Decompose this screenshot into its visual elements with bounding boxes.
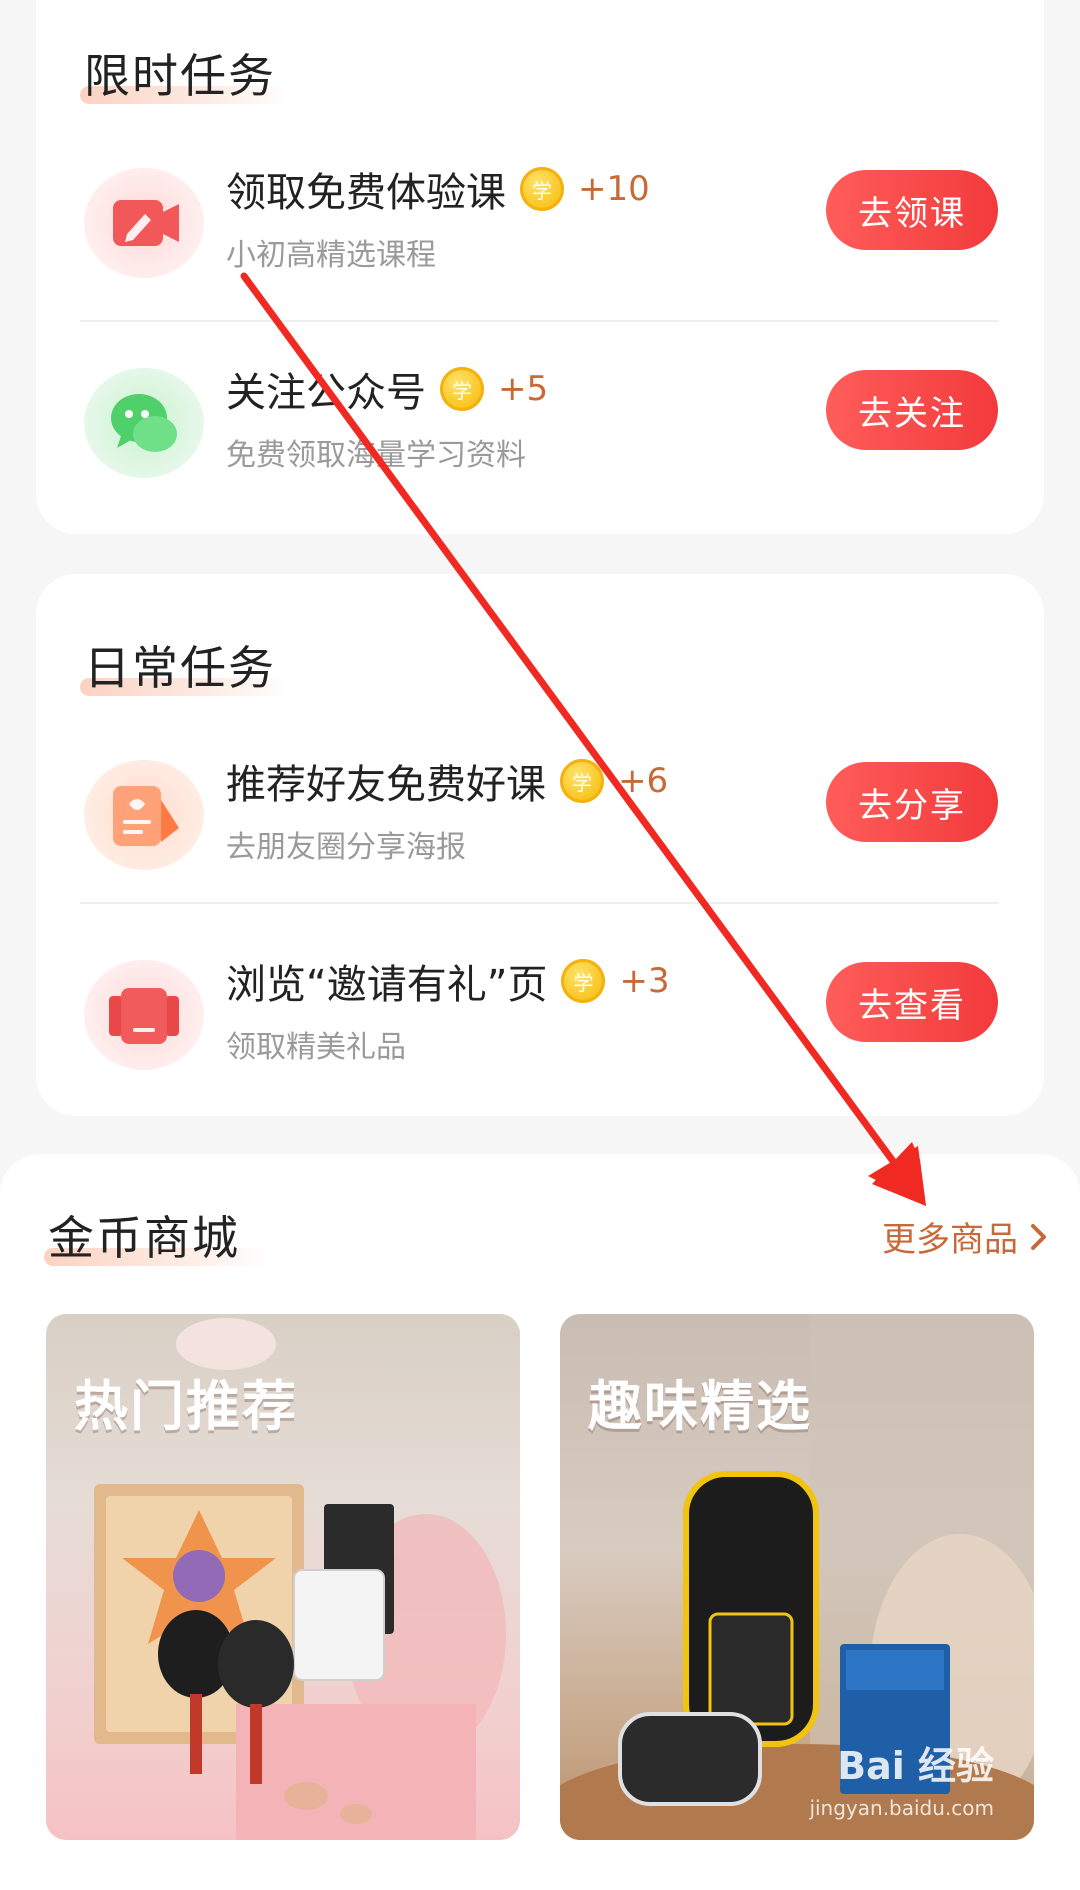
coin-icon: 学 bbox=[520, 167, 564, 211]
task-title-text: 推荐好友免费好课 bbox=[226, 762, 546, 808]
task-subtitle: 领取精美礼品 bbox=[226, 1030, 406, 1065]
task-row: 关注公众号 学 +5 免费领取海量学习资料 去关注 bbox=[36, 330, 1044, 530]
more-products-link[interactable]: 更多商品 bbox=[882, 1212, 1050, 1261]
reward-value: +5 bbox=[498, 369, 549, 409]
reward-value: +3 bbox=[619, 961, 670, 1001]
task-title-text: 关注公众号 bbox=[226, 370, 426, 416]
task-row: 领取免费体验课 学 +10 小初高精选课程 去领课 bbox=[36, 130, 1044, 330]
pencil-video-icon bbox=[84, 168, 204, 278]
get-course-button[interactable]: 去领课 bbox=[826, 170, 998, 250]
wechat-icon bbox=[84, 368, 204, 478]
banner-label: 热门推荐 bbox=[74, 1375, 298, 1438]
coin-icon: 学 bbox=[560, 759, 604, 803]
view-button[interactable]: 去查看 bbox=[826, 962, 998, 1042]
mall-title: 金币商城 bbox=[48, 1211, 240, 1265]
task-subtitle: 免费领取海量学习资料 bbox=[226, 438, 526, 473]
share-button[interactable]: 去分享 bbox=[826, 762, 998, 842]
task-subtitle: 小初高精选课程 bbox=[226, 238, 436, 273]
task-title: 浏览“邀请有礼”页 学 +3 bbox=[226, 952, 670, 1010]
reward-value: +10 bbox=[578, 169, 650, 209]
task-title: 领取免费体验课 学 +10 bbox=[226, 160, 650, 218]
task-row: 推荐好友免费好课 学 +6 去朋友圈分享海报 去分享 bbox=[36, 722, 1044, 922]
limited-tasks-card: 限时任务 领取免费体验课 学 +10 小初高精选课程 去领课 关注公众号 学 +… bbox=[36, 0, 1044, 534]
more-products-label: 更多商品 bbox=[882, 1220, 1018, 1260]
watermark-url: jingyan.baidu.com bbox=[809, 1796, 994, 1820]
coin-icon: 学 bbox=[440, 367, 484, 411]
task-title: 关注公众号 学 +5 bbox=[226, 360, 548, 418]
divider bbox=[80, 320, 998, 322]
fun-picks-banner[interactable]: 趣味精选 Bai 经验 jingyan.baidu.com bbox=[560, 1314, 1034, 1840]
task-subtitle: 去朋友圈分享海报 bbox=[226, 830, 466, 865]
coin-icon: 学 bbox=[561, 959, 606, 1003]
hot-picks-banner[interactable]: 热门推荐 bbox=[46, 1314, 520, 1840]
share-poster-icon bbox=[84, 760, 204, 870]
banner-label: 趣味精选 bbox=[588, 1375, 812, 1438]
daily-tasks-card: 日常任务 推荐好友免费好课 学 +6 去朋友圈分享海报 去分享 浏览“邀请有礼”… bbox=[36, 574, 1044, 1116]
coin-mall-section: 金币商城 更多商品 热门推荐 趣味精选 Bai 经验 jingyan.baidu… bbox=[0, 1154, 1080, 1890]
chevron-right-icon bbox=[1031, 1223, 1046, 1250]
watermark-logo: Bai 经验 bbox=[837, 1744, 994, 1788]
section-title-daily: 日常任务 bbox=[84, 641, 276, 695]
task-row: 浏览“邀请有礼”页 学 +3 领取精美礼品 去查看 bbox=[36, 922, 1044, 1122]
task-title-text: 浏览“邀请有礼”页 bbox=[226, 962, 548, 1008]
reward-value: +6 bbox=[618, 761, 669, 801]
phone-gift-icon bbox=[84, 960, 204, 1070]
task-title-text: 领取免费体验课 bbox=[226, 170, 506, 216]
divider bbox=[80, 902, 998, 904]
task-title: 推荐好友免费好课 学 +6 bbox=[226, 752, 668, 810]
follow-button[interactable]: 去关注 bbox=[826, 370, 998, 450]
section-title-limited: 限时任务 bbox=[84, 49, 276, 103]
